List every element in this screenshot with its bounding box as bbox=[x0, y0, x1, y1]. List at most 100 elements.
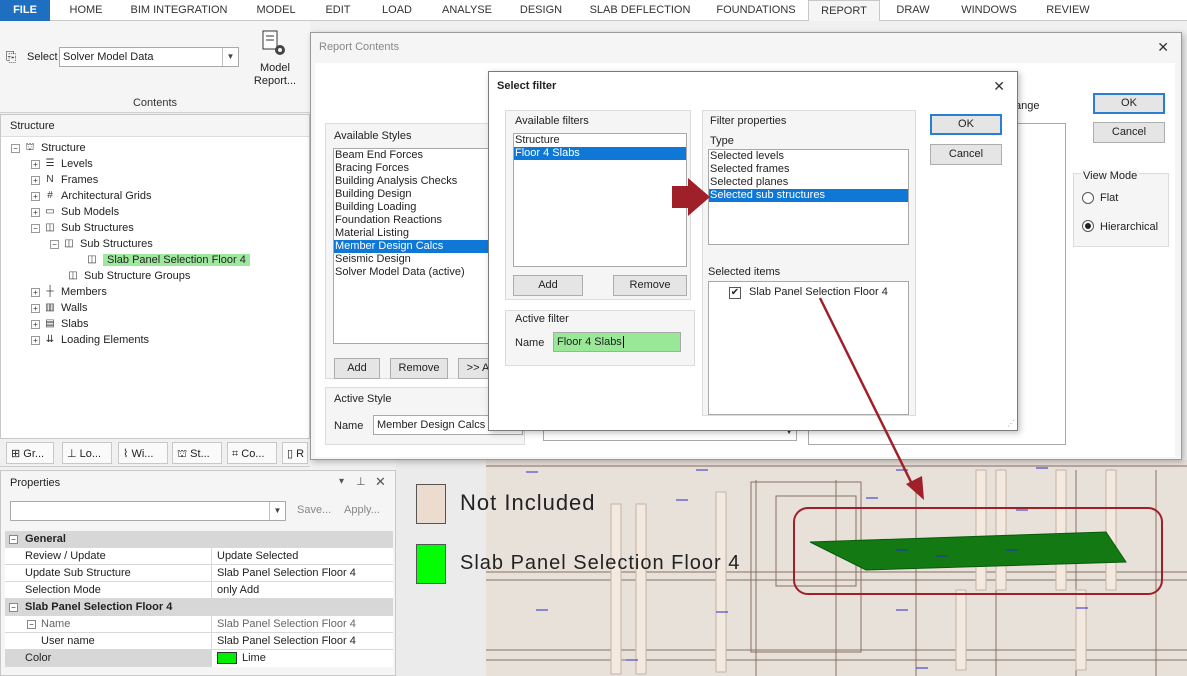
property-row[interactable]: User name Slab Panel Selection Floor 4 bbox=[5, 633, 393, 650]
tree-item-frames[interactable]: + N Frames bbox=[31, 172, 98, 188]
tab-bim-integration[interactable]: BIM INTEGRATION bbox=[122, 0, 236, 21]
remove-style-button[interactable]: Remove bbox=[390, 358, 448, 379]
filter-type-item[interactable]: Selected frames bbox=[709, 163, 908, 176]
expand-icon[interactable]: + bbox=[31, 159, 40, 169]
property-value[interactable]: only Add bbox=[211, 582, 393, 599]
collapse-icon[interactable]: − bbox=[9, 535, 18, 544]
expand-icon[interactable]: + bbox=[31, 303, 40, 313]
resize-grip-icon[interactable]: ⋰ bbox=[1007, 419, 1015, 428]
hierarchical-radio[interactable] bbox=[1082, 220, 1094, 232]
filter-list-item[interactable]: Floor 4 Slabs bbox=[514, 147, 686, 160]
legend-swatch-not-included bbox=[416, 484, 446, 524]
close-icon[interactable]: ✕ bbox=[993, 78, 1005, 95]
checkbox-checked[interactable]: ✔ bbox=[729, 287, 741, 299]
tree-item-sub-structures-child[interactable]: − ◫ Sub Structures bbox=[50, 236, 153, 252]
close-icon[interactable]: ✕ bbox=[375, 474, 386, 490]
category-general[interactable]: − General bbox=[5, 531, 393, 548]
tab-windows[interactable]: WINDOWS bbox=[950, 0, 1028, 21]
collapse-icon[interactable]: − bbox=[27, 620, 36, 629]
add-style-button[interactable]: Add bbox=[334, 358, 380, 379]
properties-panel: Properties ▾ ⊥ ✕ ▼ Save... Apply... − Ge… bbox=[0, 470, 396, 676]
active-filter-name-value: Floor 4 Slabs bbox=[557, 336, 622, 348]
tab-analyse[interactable]: ANALYSE bbox=[434, 0, 500, 21]
save-button[interactable]: Save... bbox=[297, 504, 331, 516]
tab-design[interactable]: DESIGN bbox=[510, 0, 572, 21]
tab-file[interactable]: FILE bbox=[0, 0, 50, 21]
report-cancel-button[interactable]: Cancel bbox=[1093, 122, 1165, 143]
tree-item-sub-structure-groups[interactable]: ◫ Sub Structure Groups bbox=[67, 268, 190, 284]
select-dropdown[interactable]: Solver Model Data ▼ bbox=[59, 47, 239, 67]
tree-item-architectural-grids[interactable]: + # Architectural Grids bbox=[31, 188, 151, 204]
property-row[interactable]: Color Lime bbox=[5, 650, 393, 667]
tree-item-structure[interactable]: − ⛫ Structure bbox=[11, 140, 86, 156]
tab-report[interactable]: REPORT bbox=[808, 0, 880, 21]
expand-icon[interactable]: + bbox=[31, 287, 40, 297]
tab-review[interactable]: REVIEW bbox=[1036, 0, 1100, 21]
filter-type-item[interactable]: Selected levels bbox=[709, 150, 908, 163]
tab-combinations[interactable]: ⌗ Co... bbox=[227, 442, 277, 464]
expand-icon[interactable]: + bbox=[31, 335, 40, 345]
tree-item-levels[interactable]: + ☰ Levels bbox=[31, 156, 93, 172]
model-viewport[interactable]: Not Included Slab Panel Selection Floor … bbox=[396, 460, 1187, 676]
property-value[interactable]: Update Selected bbox=[211, 548, 393, 565]
flat-radio[interactable] bbox=[1082, 192, 1094, 204]
expand-icon[interactable]: + bbox=[31, 175, 40, 185]
tab-loading[interactable]: ⊥ Lo... bbox=[62, 442, 112, 464]
collapse-icon[interactable]: − bbox=[9, 603, 18, 612]
model-report-button[interactable] bbox=[258, 29, 292, 61]
property-value[interactable]: Slab Panel Selection Floor 4 bbox=[211, 633, 393, 650]
tab-model[interactable]: MODEL bbox=[246, 0, 306, 21]
collapse-icon[interactable]: − bbox=[31, 223, 40, 233]
tree-item-walls[interactable]: + ▥ Walls bbox=[31, 300, 87, 316]
tab-foundations[interactable]: FOUNDATIONS bbox=[706, 0, 806, 21]
active-filter-name-input[interactable]: Floor 4 Slabs bbox=[553, 332, 681, 352]
tree-item-slabs[interactable]: + ▤ Slabs bbox=[31, 316, 89, 332]
filter-type-item[interactable]: Selected planes bbox=[709, 176, 908, 189]
expand-icon[interactable]: + bbox=[31, 191, 40, 201]
range-label-partial: ange bbox=[1015, 100, 1040, 112]
tab-slab-deflection[interactable]: SLAB DEFLECTION bbox=[582, 0, 698, 21]
property-value[interactable]: Lime bbox=[211, 650, 393, 667]
tree-item-members[interactable]: + ┼ Members bbox=[31, 284, 107, 300]
selected-items-list[interactable]: ✔ Slab Panel Selection Floor 4 bbox=[708, 281, 909, 415]
color-swatch[interactable] bbox=[217, 652, 237, 665]
filter-type-item[interactable]: Selected sub structures bbox=[709, 189, 908, 202]
pin-icon[interactable]: ⊥ bbox=[356, 475, 366, 488]
tab-report[interactable]: ▯ R bbox=[282, 442, 308, 464]
available-filters-list[interactable]: Structure Floor 4 Slabs bbox=[513, 133, 687, 267]
tree-item-loading-elements[interactable]: + ⇊ Loading Elements bbox=[31, 332, 149, 348]
tab-grids[interactable]: ⊞ Gr... bbox=[6, 442, 54, 464]
property-row[interactable]: Review / Update Update Selected bbox=[5, 548, 393, 565]
property-row[interactable]: − Name Slab Panel Selection Floor 4 bbox=[5, 616, 393, 633]
tree-item-sub-models[interactable]: + ▭ Sub Models bbox=[31, 204, 119, 220]
tab-edit[interactable]: EDIT bbox=[316, 0, 360, 21]
filter-ok-button[interactable]: OK bbox=[930, 114, 1002, 135]
apply-button[interactable]: Apply... bbox=[344, 504, 380, 516]
tab-wind[interactable]: ⌇ Wi... bbox=[118, 442, 168, 464]
tab-home[interactable]: HOME bbox=[58, 0, 114, 21]
legend-swatch-slab-selection bbox=[416, 544, 446, 584]
tree-item-sub-structures[interactable]: − ◫ Sub Structures bbox=[31, 220, 134, 236]
report-ok-button[interactable]: OK bbox=[1093, 93, 1165, 114]
expand-icon[interactable]: + bbox=[31, 207, 40, 217]
property-row[interactable]: Update Sub Structure Slab Panel Selectio… bbox=[5, 565, 393, 582]
close-icon[interactable]: ✕ bbox=[1157, 39, 1169, 56]
dropdown-icon[interactable]: ▾ bbox=[339, 476, 344, 487]
collapse-icon[interactable]: − bbox=[11, 143, 20, 153]
collapse-icon[interactable]: − bbox=[50, 239, 59, 249]
properties-object-select[interactable]: ▼ bbox=[10, 501, 286, 521]
tab-structure[interactable]: ⛫ St... bbox=[172, 442, 222, 464]
filter-type-list[interactable]: Selected levels Selected frames Selected p… bbox=[708, 149, 909, 245]
tab-draw[interactable]: DRAW bbox=[884, 0, 942, 21]
property-value[interactable]: Slab Panel Selection Floor 4 bbox=[211, 565, 393, 582]
category-slab-panel[interactable]: − Slab Panel Selection Floor 4 bbox=[5, 599, 393, 616]
active-style-label: Active Style bbox=[334, 393, 392, 405]
tab-load[interactable]: LOAD bbox=[370, 0, 424, 21]
tree-item-slab-panel-selection[interactable]: ◫ Slab Panel Selection Floor 4 bbox=[86, 252, 250, 268]
expand-icon[interactable]: + bbox=[31, 319, 40, 329]
add-filter-button[interactable]: Add bbox=[513, 275, 583, 296]
filter-cancel-button[interactable]: Cancel bbox=[930, 144, 1002, 165]
remove-filter-button[interactable]: Remove bbox=[613, 275, 687, 296]
filter-list-item[interactable]: Structure bbox=[514, 134, 686, 147]
property-row[interactable]: Selection Mode only Add bbox=[5, 582, 393, 599]
